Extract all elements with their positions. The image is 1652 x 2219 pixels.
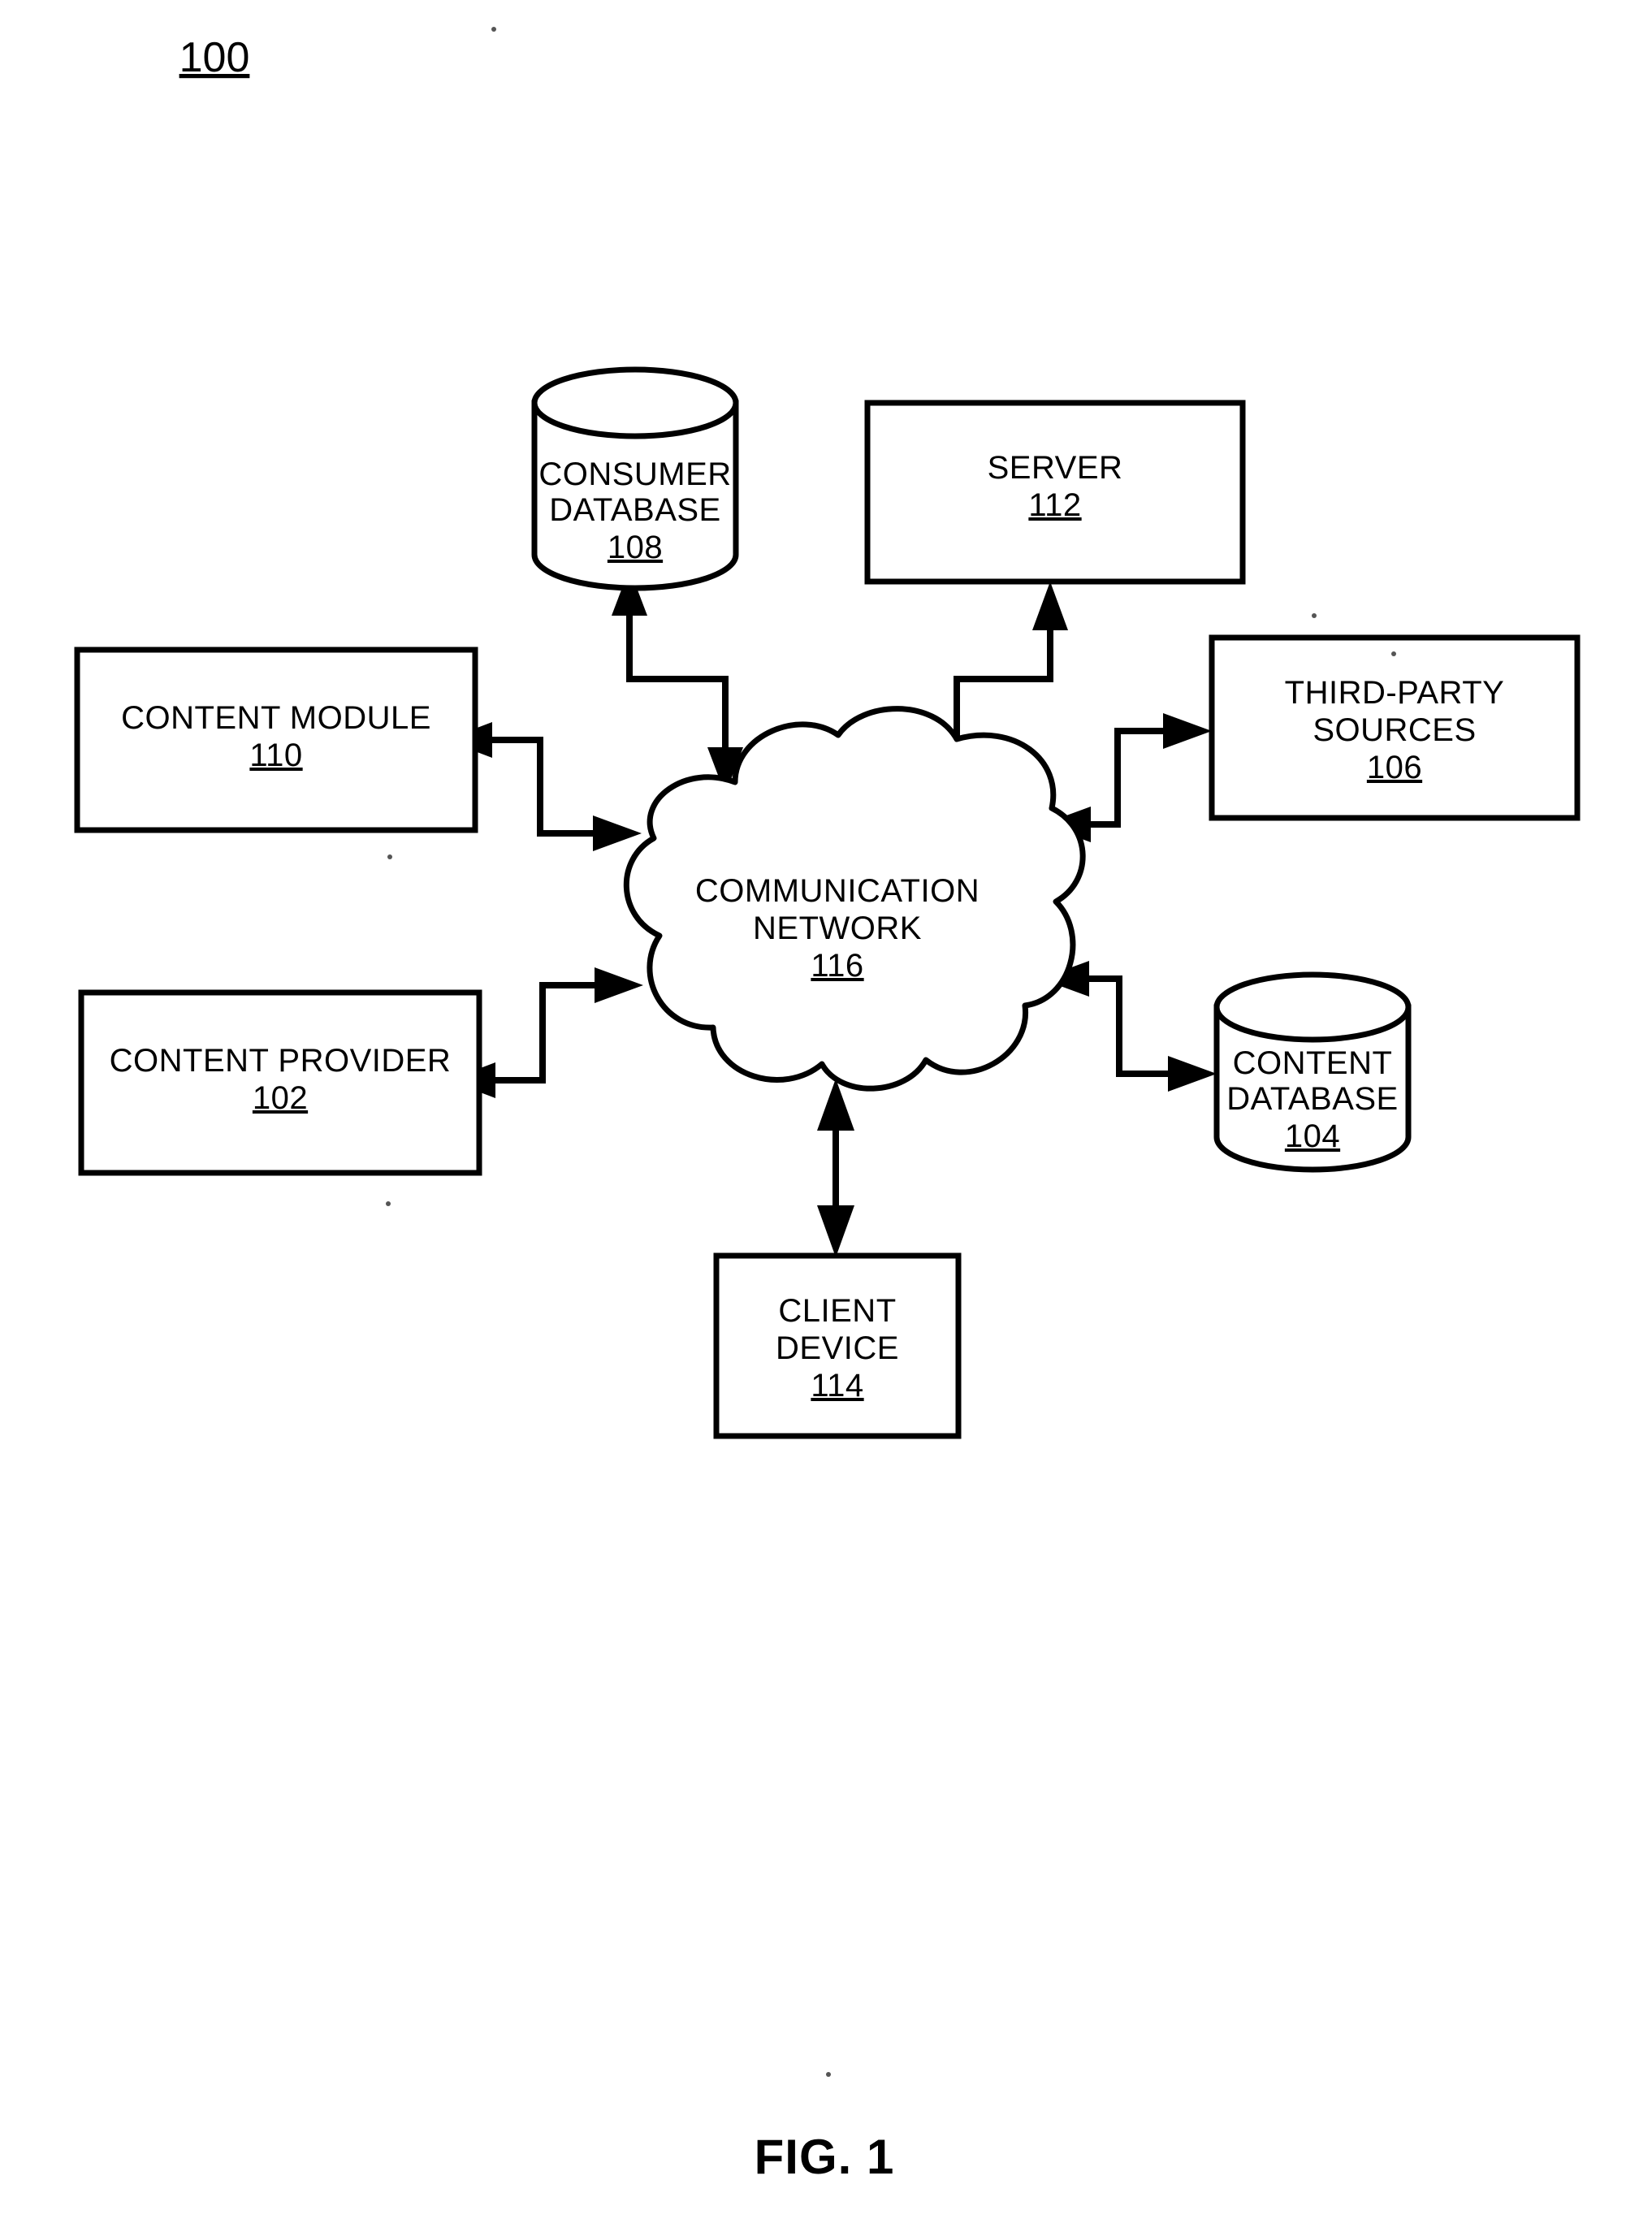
communication-network-label-line1: COMMUNICATION [695,873,980,909]
content-provider-label-line1: CONTENT PROVIDER [110,1043,452,1079]
arrowhead-right-network-cm [593,815,642,851]
scan-speck [826,2072,831,2077]
third-party-sources-ref: 106 [1367,750,1422,785]
node-third-party-sources[interactable]: THIRD-PARTY SOURCES 106 [1209,634,1581,821]
node-content-module[interactable]: CONTENT MODULE 110 [74,647,478,833]
connector-network-client-device [817,1079,854,1257]
server-label-line1: SERVER [988,450,1123,486]
content-database-ref: 104 [1285,1118,1340,1154]
arrowhead-up-server [1032,582,1068,630]
consumer-database-label-line1: CONSUMER [538,456,731,492]
content-provider-ref: 102 [253,1080,308,1116]
arrowhead-right-third-party-sources [1163,713,1212,749]
consumer-database-ref: 108 [608,530,663,565]
third-party-sources-label-line1: THIRD-PARTY [1285,675,1505,711]
patent-figure: 100 CONSUMER DATABASE 108 SERVER 112 CON… [0,0,1652,2219]
system-diagram: 100 CONSUMER DATABASE 108 SERVER 112 CON… [74,27,1581,2184]
content-module-label-line1: CONTENT MODULE [121,700,431,736]
content-module-ref: 110 [249,738,302,773]
arrowhead-right-network-cp [595,967,643,1003]
connector-network-consumer-database [612,569,743,794]
client-device-ref: 114 [811,1368,863,1404]
content-database-cylinder-top [1213,971,1412,1043]
communication-network-ref: 116 [811,948,863,984]
scan-speck [386,1201,391,1206]
scan-speck [491,27,496,32]
consumer-database-label-line2: DATABASE [549,492,720,528]
scan-speck [387,854,392,859]
node-consumer-database[interactable]: CONSUMER DATABASE 108 [531,366,739,591]
consumer-database-cylinder-top [531,366,739,439]
node-client-device[interactable]: CLIENT DEVICE 114 [713,1252,962,1439]
client-device-label-line2: DEVICE [776,1330,899,1366]
client-device-label-line1: CLIENT [778,1293,896,1329]
content-database-label-line1: CONTENT [1233,1045,1393,1081]
node-content-provider[interactable]: CONTENT PROVIDER 102 [78,989,482,1176]
scan-speck [1312,613,1317,618]
connector-network-content-database [1040,961,1217,1092]
arrowhead-down-client-device [817,1205,854,1257]
node-server[interactable]: SERVER 112 [864,400,1246,585]
server-ref: 112 [1028,487,1081,523]
content-database-label-line2: DATABASE [1226,1081,1398,1117]
figure-number: 100 [179,34,250,81]
third-party-sources-label-line2: SOURCES [1313,712,1476,748]
communication-network-label-line2: NETWORK [753,911,922,946]
arrowhead-right-content-database [1168,1056,1217,1092]
node-content-database[interactable]: CONTENT DATABASE 104 [1213,971,1412,1173]
node-communication-network[interactable]: COMMUNICATION NETWORK 116 [623,706,1086,1092]
scan-speck [1391,651,1396,656]
figure-caption: FIG. 1 [755,2130,895,2184]
